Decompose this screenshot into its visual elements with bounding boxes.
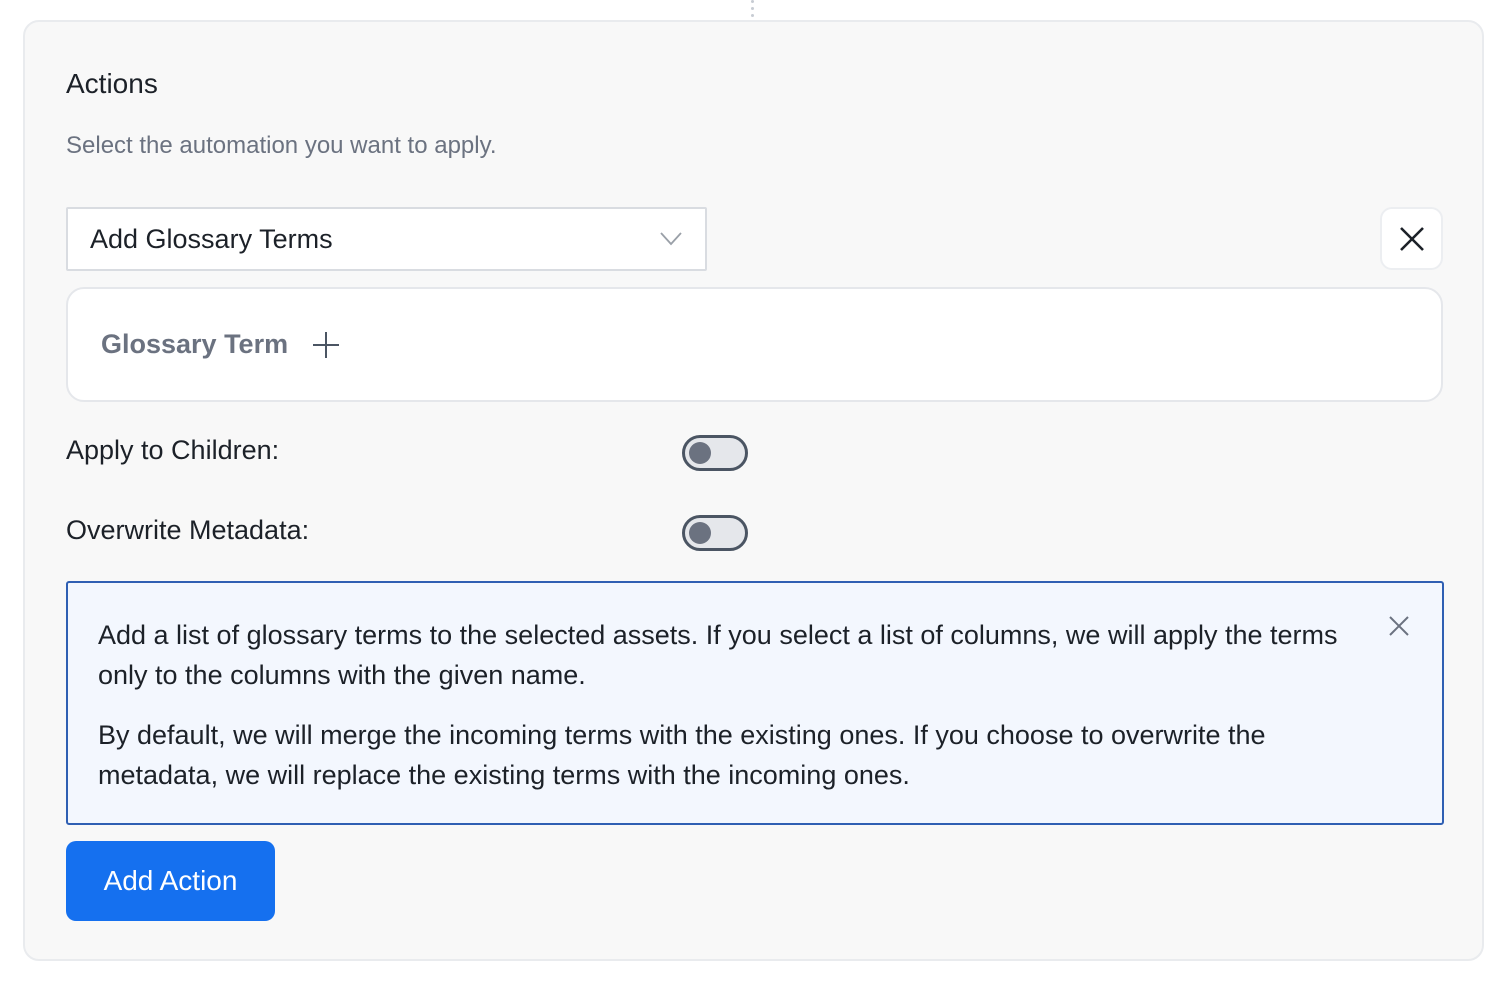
overwrite-metadata-toggle[interactable] xyxy=(682,515,748,551)
glossary-term-field: Glossary Term xyxy=(66,287,1443,402)
chevron-down-icon xyxy=(659,227,683,251)
actions-card: Actions Select the automation you want t… xyxy=(23,20,1484,961)
close-icon[interactable] xyxy=(1386,613,1412,639)
plus-icon[interactable] xyxy=(310,329,342,361)
info-paragraph-1: Add a list of glossary terms to the sele… xyxy=(98,620,1338,690)
toggle-knob xyxy=(689,442,711,464)
action-type-select[interactable]: Add Glossary Terms xyxy=(66,207,707,271)
apply-to-children-toggle[interactable] xyxy=(682,435,748,471)
section-subtitle: Select the automation you want to apply. xyxy=(66,132,497,159)
info-paragraph-2: By default, we will merge the incoming t… xyxy=(98,720,1266,790)
add-action-button[interactable]: Add Action xyxy=(66,841,275,921)
action-type-select-value: Add Glossary Terms xyxy=(90,223,333,254)
section-title: Actions xyxy=(66,68,158,99)
info-alert: Add a list of glossary terms to the sele… xyxy=(66,581,1444,825)
toggle-knob xyxy=(689,522,711,544)
close-icon xyxy=(1399,226,1425,252)
overwrite-metadata-label: Overwrite Metadata: xyxy=(66,515,310,545)
apply-to-children-label: Apply to Children: xyxy=(66,435,280,465)
remove-action-button[interactable] xyxy=(1380,207,1443,270)
glossary-term-label: Glossary Term xyxy=(101,329,289,359)
drag-handle-dots xyxy=(750,0,754,20)
